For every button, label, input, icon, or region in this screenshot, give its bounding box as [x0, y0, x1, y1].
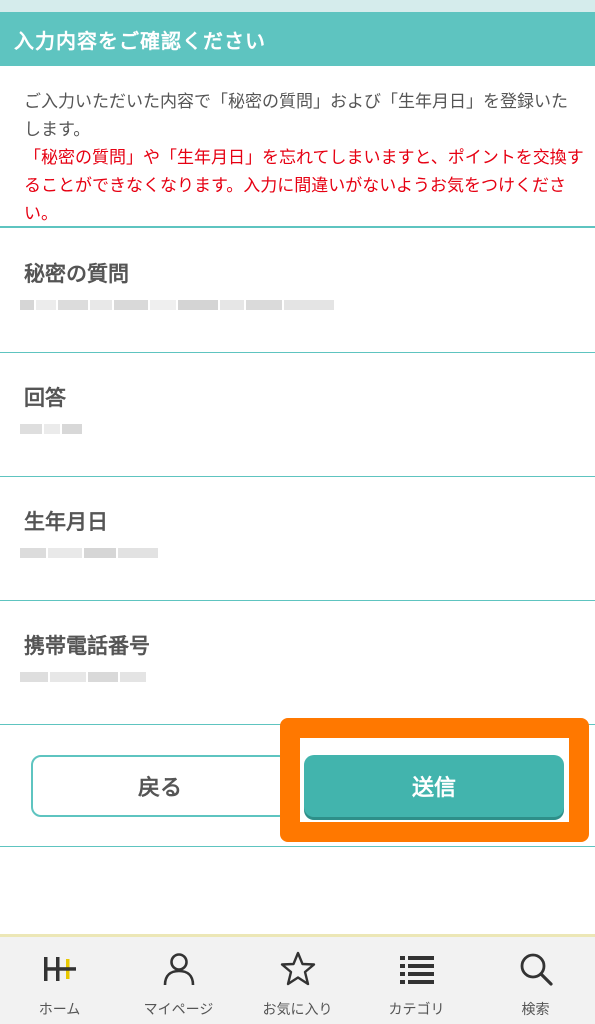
person-icon	[163, 953, 194, 986]
nav-item-search[interactable]: 検索	[476, 947, 595, 1023]
field-label: 生年月日	[24, 510, 108, 534]
page-title: 入力内容をご確認ください	[14, 29, 266, 53]
field-answer: 回答	[0, 352, 595, 477]
field-phone: 携帯電話番号	[0, 600, 595, 725]
bottom-nav: ホーム マイページ お気に入り カテゴリ 検索	[0, 934, 595, 1024]
list-icon	[399, 956, 434, 984]
back-button[interactable]: 戻る	[31, 755, 289, 817]
nav-item-home[interactable]: ホーム	[0, 947, 119, 1023]
nav-label: マイページ	[143, 1002, 214, 1018]
warning-text: 「秘密の質問」や「生年月日」を忘れてしまいますと、ポイントを交換することができな…	[24, 148, 584, 224]
field-value-blurred	[20, 300, 336, 320]
nav-label: ホーム	[38, 1002, 81, 1018]
status-strip	[0, 0, 595, 12]
field-value-blurred	[20, 548, 160, 568]
nav-item-mypage[interactable]: マイページ	[119, 947, 238, 1023]
field-label: 回答	[24, 386, 66, 410]
field-label: 秘密の質問	[24, 262, 129, 286]
nav-item-category[interactable]: カテゴリ	[357, 947, 476, 1023]
home-logo-icon	[43, 957, 76, 981]
notice-text: ご入力いただいた内容で「秘密の質問」および「生年月日」を登録いたします。	[24, 92, 568, 140]
field-value-blurred	[20, 424, 84, 444]
search-icon	[520, 953, 553, 986]
nav-label: お気に入り	[262, 1002, 333, 1018]
nav-item-favorites[interactable]: お気に入り	[238, 947, 357, 1023]
action-buttons: 戻る 送信	[0, 718, 595, 847]
nav-label: 検索	[521, 1002, 550, 1018]
submit-button[interactable]: 送信	[304, 755, 564, 817]
field-secret-question: 秘密の質問	[0, 228, 595, 353]
confirmation-notice: ご入力いただいた内容で「秘密の質問」および「生年月日」を登録いたします。 「秘密…	[24, 88, 584, 228]
field-birthday: 生年月日	[0, 476, 595, 601]
page-header: 入力内容をご確認ください	[0, 12, 595, 66]
field-value-blurred	[20, 672, 148, 692]
star-icon	[280, 951, 315, 986]
nav-label: カテゴリ	[388, 1002, 445, 1018]
field-label: 携帯電話番号	[24, 634, 150, 658]
